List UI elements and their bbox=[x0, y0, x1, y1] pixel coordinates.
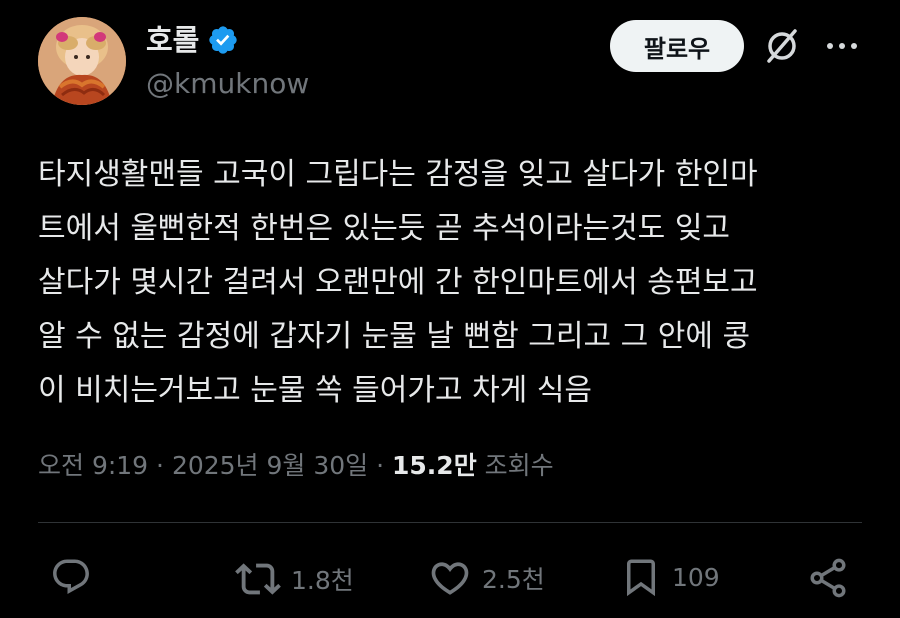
tweet-text-line: 타지생활맨들 고국이 그립다는 감정을 잊고 살다가 한인마 bbox=[38, 157, 758, 192]
action-bar: 1.8천 2.5천 109 bbox=[0, 552, 900, 604]
reply-icon bbox=[53, 559, 89, 594]
author-name-row: 호롤 bbox=[146, 22, 239, 58]
avatar[interactable] bbox=[38, 17, 126, 105]
reply-button[interactable] bbox=[50, 556, 102, 598]
grok-icon[interactable] bbox=[762, 26, 802, 66]
tweet-text-line: 알 수 없는 감정에 갑자기 눈물 날 뻔함 그리고 그 안에 콩 bbox=[38, 319, 751, 354]
share-button[interactable] bbox=[806, 556, 850, 600]
tweet-text-line: 트에서 울뻔한적 한번은 있는듯 곧 추석이라는것도 잊고 bbox=[38, 211, 731, 246]
like-button[interactable]: 2.5천 bbox=[428, 556, 545, 600]
share-icon bbox=[810, 558, 846, 598]
bookmark-button[interactable]: 109 bbox=[620, 556, 720, 598]
divider bbox=[38, 522, 862, 523]
author-handle[interactable]: @kmuknow bbox=[146, 66, 309, 102]
more-options-icon[interactable] bbox=[822, 30, 862, 62]
avatar-image bbox=[38, 17, 126, 105]
author-display-name[interactable]: 호롤 bbox=[146, 22, 199, 58]
bookmark-count: 109 bbox=[672, 562, 720, 592]
heart-icon bbox=[431, 562, 469, 595]
views-label: 조회수 bbox=[476, 451, 554, 480]
bookmark-icon bbox=[627, 559, 655, 597]
views-count: 15.2만 bbox=[392, 451, 477, 480]
tweet-text-line: 살다가 몇시간 걸려서 오랜만에 간 한인마트에서 송편보고 bbox=[38, 265, 758, 300]
retweet-button[interactable]: 1.8천 bbox=[235, 556, 354, 602]
like-count: 2.5천 bbox=[482, 565, 545, 594]
retweet-icon bbox=[235, 563, 281, 595]
meta-separator: · bbox=[368, 451, 393, 480]
retweet-count: 1.8천 bbox=[291, 566, 354, 595]
follow-button[interactable]: 팔로우 bbox=[610, 20, 744, 72]
tweet-time[interactable]: 오전 9:19 bbox=[38, 451, 148, 480]
tweet-date[interactable]: 2025년 9월 30일 bbox=[172, 451, 368, 480]
tweet-text-line: 이 비치는거보고 눈물 쏙 들어가고 차게 식음 bbox=[38, 373, 593, 408]
tweet-text: 타지생활맨들 고국이 그립다는 감정을 잊고 살다가 한인마 트에서 울뻔한적 … bbox=[38, 148, 868, 418]
tweet-meta: 오전 9:19 · 2025년 9월 30일 · 15.2만 조회수 bbox=[38, 446, 554, 486]
meta-separator: · bbox=[148, 451, 172, 480]
verified-badge-icon bbox=[209, 26, 238, 54]
